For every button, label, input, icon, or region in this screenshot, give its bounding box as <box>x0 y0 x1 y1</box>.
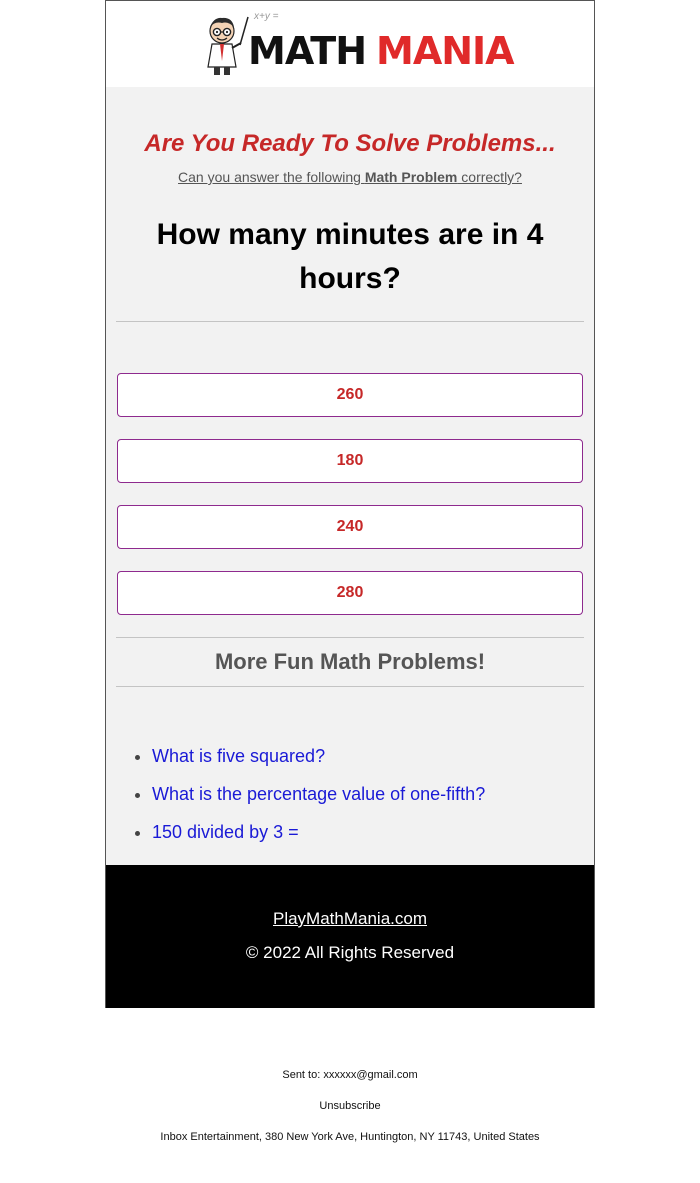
headline: Are You Ready To Solve Problems... <box>144 130 556 157</box>
math-mania-logo[interactable]: x+y = MATH MANIA <box>206 11 515 77</box>
teacher-mascot-icon <box>207 16 249 75</box>
problem-link[interactable]: What is the percentage value of one-fift… <box>152 784 485 804</box>
list-item: What is five squared? <box>152 737 594 775</box>
subheadline-suffix: correctly? <box>457 169 522 185</box>
question: How many minutes are in 4 hours? <box>156 218 544 295</box>
divider <box>116 686 584 687</box>
copyright: © 2022 All Rights Reserved <box>245 943 455 962</box>
more-links: What is five squared? What is the percen… <box>106 737 594 865</box>
sent-to: Sent to: xxxxxx@gmail.com <box>282 1069 418 1081</box>
logo-mania: MANIA <box>376 29 515 73</box>
answer-button[interactable]: 260 <box>117 373 583 417</box>
problem-link[interactable]: What is five squared? <box>152 746 325 766</box>
header: x+y = MATH MANIA <box>106 1 594 87</box>
list-item: 150 divided by 3 = <box>152 813 594 851</box>
problem-link[interactable]: 150 divided by 3 = <box>152 822 299 842</box>
answer-list: 260 180 240 280 <box>106 322 594 615</box>
logo-math: MATH <box>248 29 367 73</box>
formula-doodle: x+y = <box>254 11 279 22</box>
list-item: What is the percentage value of one-fift… <box>152 775 594 813</box>
footer: PlayMathMania.com © 2022 All Rights Rese… <box>106 865 594 1008</box>
more-title: More Fun Math Problems! <box>214 649 486 674</box>
logo-text: MATH MANIA <box>248 27 515 75</box>
answer-button[interactable]: 240 <box>117 505 583 549</box>
sender-address: Inbox Entertainment, 380 New York Ave, H… <box>160 1131 540 1143</box>
site-link[interactable]: PlayMathMania.com <box>273 909 427 929</box>
unsubscribe-link[interactable]: Unsubscribe <box>0 1100 700 1112</box>
subheadline-prefix: Can you answer the following <box>178 169 365 185</box>
subheadline[interactable]: Can you answer the following Math Proble… <box>106 169 594 185</box>
answer-button[interactable]: 280 <box>117 571 583 615</box>
answer-button[interactable]: 180 <box>117 439 583 483</box>
email-card: x+y = MATH MANIA Are You Ready To Solve P… <box>105 0 595 1008</box>
subheadline-bold: Math Problem <box>364 169 458 185</box>
more-section: More Fun Math Problems! <box>106 637 594 687</box>
